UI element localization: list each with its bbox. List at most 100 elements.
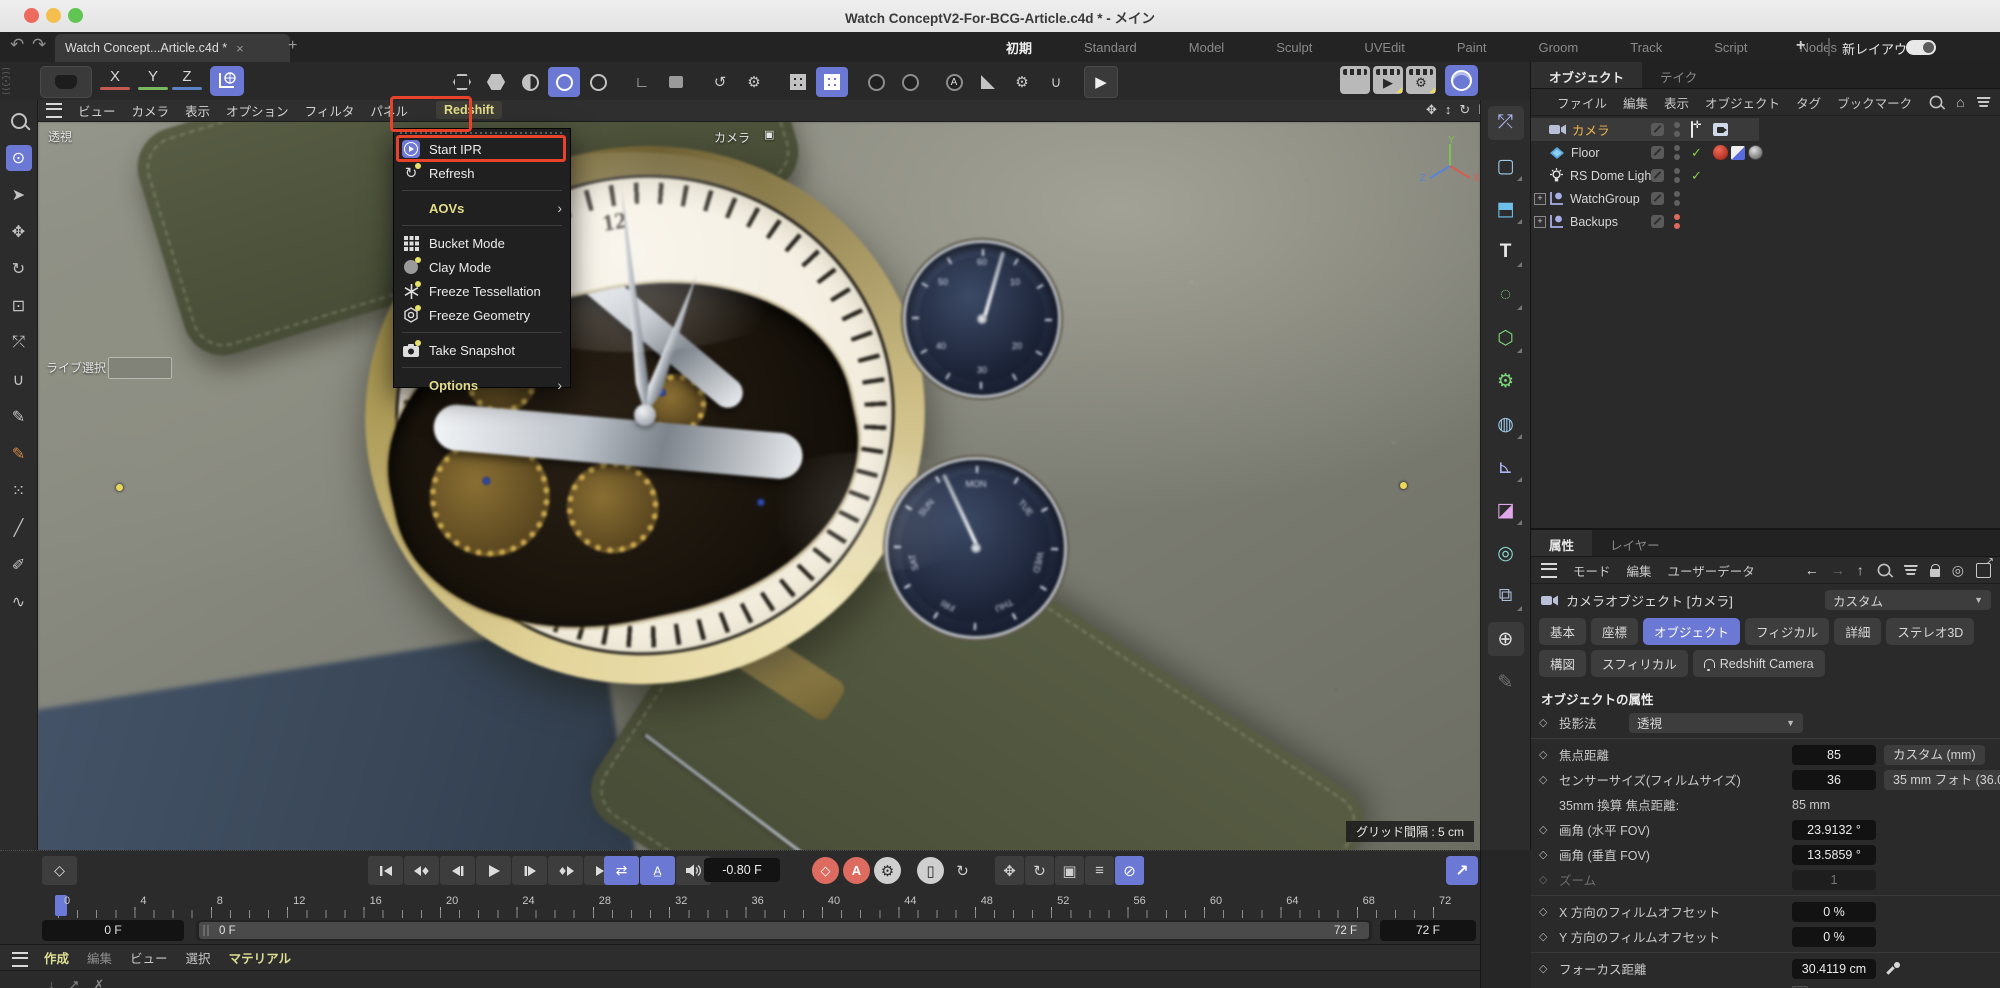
select-arrow-tool[interactable]: ➤	[6, 182, 32, 208]
prev-key-button[interactable]	[404, 856, 439, 885]
om-menu-view[interactable]: 表示	[1664, 93, 1689, 112]
reset-psr-icon[interactable]: ↺	[704, 67, 736, 97]
axis-y-button[interactable]: Y	[138, 68, 168, 94]
knife-tool[interactable]: ╱	[6, 515, 32, 541]
layout-tab[interactable]: Script	[1688, 40, 1773, 55]
sculpt-flatten-icon[interactable]	[480, 67, 512, 97]
live-selection-tool[interactable]: ⊙	[6, 145, 32, 171]
tab-takes[interactable]: テイク	[1642, 62, 1715, 88]
generator-gear-icon[interactable]: ⚙	[1488, 364, 1524, 398]
om-menu-edit[interactable]: 編集	[1623, 93, 1648, 112]
om-menu-objects[interactable]: オブジェクト	[1705, 93, 1780, 112]
camera-label[interactable]: カメラ	[714, 129, 750, 146]
layer-toggle[interactable]	[1651, 146, 1664, 159]
modeling-settings-icon[interactable]: ⚙	[1006, 67, 1038, 97]
lock-icon[interactable]	[1930, 569, 1940, 577]
redshift-material-tag[interactable]	[1713, 145, 1728, 160]
keyframe-selection-button[interactable]: ◇	[42, 856, 77, 885]
fov-h-field[interactable]: 23.9132 °	[1792, 820, 1876, 840]
layout-tab[interactable]: 初期	[980, 38, 1058, 57]
plane-icon[interactable]	[660, 67, 692, 97]
key-diamond[interactable]: ◇	[1539, 930, 1551, 943]
target-icon[interactable]: ⊕	[1488, 622, 1524, 656]
am-menu-mode[interactable]: モード	[1573, 561, 1611, 580]
next-frame-button[interactable]	[512, 856, 547, 885]
pencil-tool[interactable]: ✐	[6, 552, 32, 578]
play-all-frames-button[interactable]: A̲	[640, 856, 675, 885]
am-menu-edit[interactable]: 編集	[1627, 561, 1652, 580]
focal-length-field[interactable]: 85	[1792, 745, 1876, 765]
key-position-button[interactable]: ✥	[995, 856, 1024, 885]
axis-mode-icon[interactable]: ⤱	[1488, 106, 1524, 140]
pan-icon[interactable]: ✥	[1426, 102, 1437, 118]
sphere-ring-icon[interactable]: ◎	[1488, 536, 1524, 570]
add-tab-button[interactable]: +	[288, 37, 297, 55]
menu-item-bucket-mode[interactable]: Bucket Mode	[394, 231, 570, 255]
orbit-icon[interactable]: ↻	[1459, 102, 1470, 118]
enabled-check-icon[interactable]: ✓	[1691, 168, 1702, 184]
menu-camera[interactable]: カメラ	[132, 101, 170, 120]
autokey-button[interactable]: A	[843, 857, 870, 884]
key-diamond[interactable]: ◇	[1539, 748, 1551, 761]
history-back-icon[interactable]: ←	[1805, 562, 1819, 578]
bottom-menu-icon[interactable]	[12, 952, 28, 967]
field-icon[interactable]: ⊾	[1488, 450, 1524, 484]
menu-filter[interactable]: フィルタ	[305, 101, 355, 120]
deformer-icon[interactable]: ◍	[1488, 407, 1524, 441]
object-row-watchgroup[interactable]: + WatchGroup	[1531, 187, 2000, 210]
sphere-grab-icon[interactable]	[582, 67, 614, 97]
rotation-record-icon[interactable]: ↻	[948, 856, 977, 885]
attribute-tab-button[interactable]: スフィリカル	[1591, 650, 1688, 677]
volume-icon[interactable]: ⬡	[1488, 321, 1524, 355]
menu-item-refresh[interactable]: ↻ Refresh	[394, 161, 570, 185]
brush-tool[interactable]: ✎	[6, 441, 32, 467]
cube-icon[interactable]: ⬒	[1488, 192, 1524, 226]
paint-colors-tool[interactable]: ⁙	[6, 478, 32, 504]
visibility-dots[interactable]	[1674, 168, 1680, 183]
menu-options[interactable]: オプション	[226, 101, 289, 120]
grid-snap-icon[interactable]	[816, 67, 848, 97]
layer-toggle[interactable]	[1651, 123, 1664, 136]
coordinate-system-button[interactable]	[210, 66, 244, 96]
track-icon[interactable]: ◎	[1952, 562, 1964, 579]
key-diamond[interactable]: ◇	[1539, 823, 1551, 836]
visibility-dots-hidden[interactable]	[1674, 214, 1680, 229]
am-menu-icon[interactable]	[1541, 563, 1557, 578]
viewport[interactable]: 12 CUSTOMTIME	[38, 122, 1480, 850]
close-tab-icon[interactable]: ×	[236, 41, 244, 56]
render-settings-button[interactable]: ⚙	[1406, 66, 1436, 94]
rectangle-select-icon[interactable]: ▢	[1488, 149, 1524, 183]
attribute-tab-button[interactable]: 基本	[1539, 618, 1586, 645]
enabled-check-icon[interactable]: ✓	[1691, 145, 1702, 161]
am-menu-userdata[interactable]: ユーザーデータ	[1668, 561, 1755, 580]
layout-tab[interactable]: Paint	[1431, 40, 1513, 55]
key-diamond[interactable]: ◇	[1539, 905, 1551, 918]
sensor-size-preset[interactable]: 35 mm フォト (36.0 mm)	[1884, 770, 2000, 790]
scale-tool[interactable]: ⊡	[6, 293, 32, 319]
pen-tool[interactable]: ✎	[6, 404, 32, 430]
fov-v-field[interactable]: 13.5859 °	[1792, 845, 1876, 865]
object-row-backups[interactable]: + Backups	[1531, 210, 2000, 233]
camera-tag[interactable]	[1713, 123, 1728, 136]
attribute-tab-button[interactable]: 構図	[1539, 650, 1586, 677]
attribute-tab-button[interactable]: フィジカル	[1745, 618, 1829, 645]
texture-tag[interactable]	[1748, 145, 1763, 160]
loop-button[interactable]: ⇄	[604, 856, 639, 885]
tab-attributes[interactable]: 属性	[1531, 530, 1592, 556]
range-track[interactable]: 0 F 72 F	[196, 920, 1372, 941]
sphere-dark-icon[interactable]	[860, 67, 892, 97]
key-disable-button[interactable]: ⊘	[1115, 856, 1144, 885]
menu-item-options[interactable]: Options ›	[394, 373, 570, 397]
bottom-menu-edit[interactable]: 編集	[87, 948, 112, 967]
menu-view[interactable]: ビュー	[78, 101, 116, 120]
magnet-icon[interactable]: ∪	[1040, 67, 1072, 97]
render-display-icon[interactable]: ⧉	[1488, 579, 1524, 613]
layout-tab[interactable]: Sculpt	[1250, 40, 1338, 55]
menu-item-clay-mode[interactable]: Clay Mode	[394, 255, 570, 279]
camera-active-icon[interactable]	[1691, 121, 1693, 138]
toolbar-drag-handle[interactable]	[2, 66, 10, 96]
object-row-floor[interactable]: Floor ✓	[1531, 141, 2000, 164]
move-tool[interactable]: ✥	[6, 219, 32, 245]
snap-triangle-icon[interactable]	[972, 67, 1004, 97]
key-scale-button[interactable]: ▣	[1055, 856, 1084, 885]
